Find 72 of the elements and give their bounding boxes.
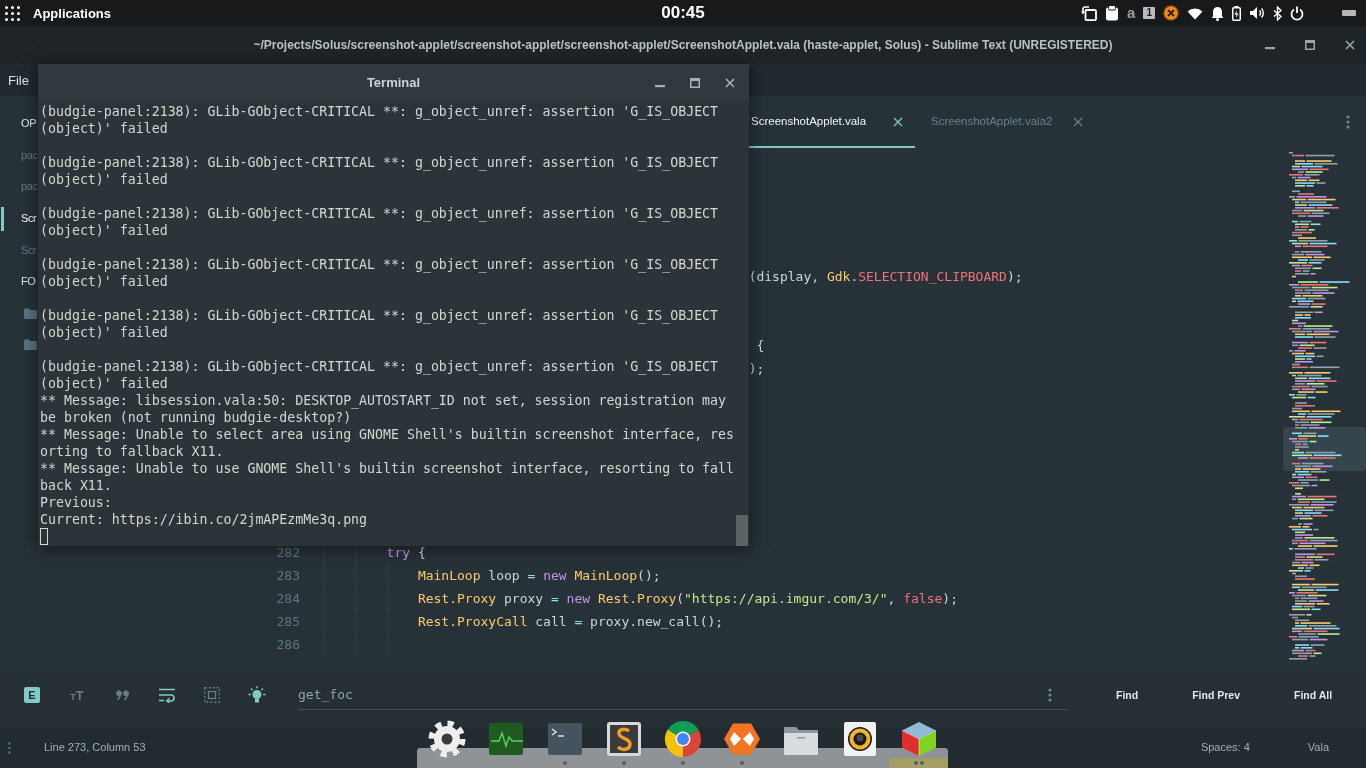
bluetooth-icon[interactable] (1273, 5, 1282, 21)
folder-icon (24, 339, 37, 351)
workspace-indicator[interactable]: 1 (1143, 7, 1155, 19)
bell-icon[interactable] (1211, 5, 1224, 21)
line-number: 286 (276, 637, 300, 652)
find-action-button[interactable]: Find All (1280, 683, 1347, 707)
folder-icon (24, 307, 37, 319)
text-wrap-icon[interactable] (158, 687, 176, 703)
code-line: try { (386, 544, 426, 562)
clock[interactable]: 00:45 (661, 0, 705, 26)
cursor-icon (40, 528, 48, 545)
code-line: Rest.Proxy proxy = new Rest.Proxy("https://api.imgur.com/3/", false); (417, 590, 958, 608)
code-line: Rest.ProxyCall call = proxy.new_call(); (417, 613, 724, 631)
app-grid-icon (5, 5, 20, 21)
scrollbar-thumb[interactable] (736, 515, 748, 546)
pulse-graph-icon[interactable] (486, 720, 525, 758)
tab-close-icon[interactable] (893, 117, 903, 127)
s-curve-tile-icon[interactable] (604, 720, 643, 758)
dashed-square-icon[interactable] (204, 687, 220, 703)
line-number: 285 (276, 614, 300, 629)
line-number: 283 (276, 568, 300, 583)
terminal-output-line: (budgie-panel:2138): GLib-GObject-CRITICAL **: g_object_unref: assertion 'G_IS_OBJECT (object)' failed (40, 103, 720, 137)
terminal-output-line: Current: https://ibin.co/2jmAPEzmMe3q.png (40, 511, 368, 528)
close-icon[interactable] (1345, 40, 1355, 50)
segmented-ring-icon[interactable] (663, 720, 702, 758)
cursor-position: Line 273, Column 53 (44, 741, 146, 755)
code-line: ); (748, 360, 765, 378)
terminal-title: Terminal (366, 74, 421, 91)
sidebar-section-header: FO (20, 274, 36, 290)
window-title: ~/Projects/Solus/screenshot-applet/screenshot-applet/screenshot-applet/ScreenshotApplet.vala (haste-applet, Solus) - Sublime Text (UNREGISTERED) (253, 37, 1113, 53)
quote-icon[interactable] (115, 690, 129, 700)
settings-icon[interactable] (427, 720, 466, 758)
keyboard-layout-indicator[interactable]: a (1127, 5, 1136, 21)
clipboard-icon[interactable] (1105, 5, 1120, 21)
find-option-toggle[interactable]: E (24, 687, 40, 703)
menu-item[interactable]: File (8, 73, 29, 87)
terminal-output-line: (budgie-panel:2138): GLib-GObject-CRITICAL **: g_object_unref: assertion 'G_IS_OBJECT (object)' failed (40, 154, 720, 188)
code-line: MainLoop loop = new MainLoop(); (417, 567, 661, 585)
terminal-output-line: ** Message: Unable to use GNOME Shell's builtin screenshot interface, resorting to fallback X11. (40, 460, 735, 494)
code-line: { (755, 337, 765, 355)
terminal-output-line: ** Message: Unable to select area using GNOME Shell's builtin screenshot interface, resorting to fallback X11. (40, 426, 735, 460)
find-action-button[interactable]: Find Prev (1178, 683, 1255, 707)
status-menu-icon[interactable] (8, 742, 11, 754)
terminal-output-line: Previous: (40, 494, 112, 511)
console-window-icon[interactable] (545, 720, 584, 758)
terminal-output-line: (budgie-panel:2138): GLib-GObject-CRITICAL **: g_object_unref: assertion 'G_IS_OBJECT (object)' failed (40, 205, 720, 239)
lightbulb-icon[interactable] (248, 686, 266, 704)
more-menu-icon[interactable] (1048, 687, 1052, 702)
wifi-icon[interactable] (1187, 6, 1203, 20)
find-action-button[interactable]: Find (1102, 683, 1153, 707)
cube-icon[interactable] (899, 720, 938, 758)
tab-close-icon[interactable] (1073, 117, 1083, 127)
maximize-icon[interactable] (1305, 40, 1315, 50)
more-menu-icon[interactable] (1346, 115, 1350, 129)
battery-icon[interactable] (1232, 5, 1241, 21)
applications-menu[interactable]: Applications (0, 5, 111, 21)
terminal-output-line: (budgie-panel:2138): GLib-GObject-CRITICAL **: g_object_unref: assertion 'G_IS_OBJECT (object)' failed (40, 307, 720, 341)
indentation-setting[interactable]: Spaces: 4 (1200, 741, 1250, 755)
terminal-output-line: (budgie-panel:2138): GLib-GObject-CRITICAL **: g_object_unref: assertion 'G_IS_OBJECT (object)' failed (40, 358, 720, 392)
code-line: (display, Gdk.SELECTION_CLIPBOARD); (748, 268, 1023, 286)
line-number: 282 (276, 545, 300, 560)
close-icon[interactable] (725, 77, 735, 88)
x-circle-icon[interactable] (1163, 5, 1179, 21)
square-arrow-icon[interactable] (1081, 5, 1098, 21)
syntax-setting[interactable]: Vala (1307, 741, 1329, 755)
sidebar-section-header: OP (20, 116, 37, 132)
power-icon[interactable] (1290, 5, 1304, 21)
volume-icon[interactable] (1249, 6, 1265, 20)
line-number: 284 (276, 591, 300, 606)
terminal-output-line: (budgie-panel:2138): GLib-GObject-CRITICAL **: g_object_unref: assertion 'G_IS_OBJECT (object)' failed (40, 256, 720, 290)
terminal-output-line: ** Message: libsession.vala:50: DESKTOP_AUTOSTART_ID not set, session registration may be broken (not running budgie-desktop?) (40, 392, 728, 426)
maximize-icon[interactable] (690, 77, 700, 88)
